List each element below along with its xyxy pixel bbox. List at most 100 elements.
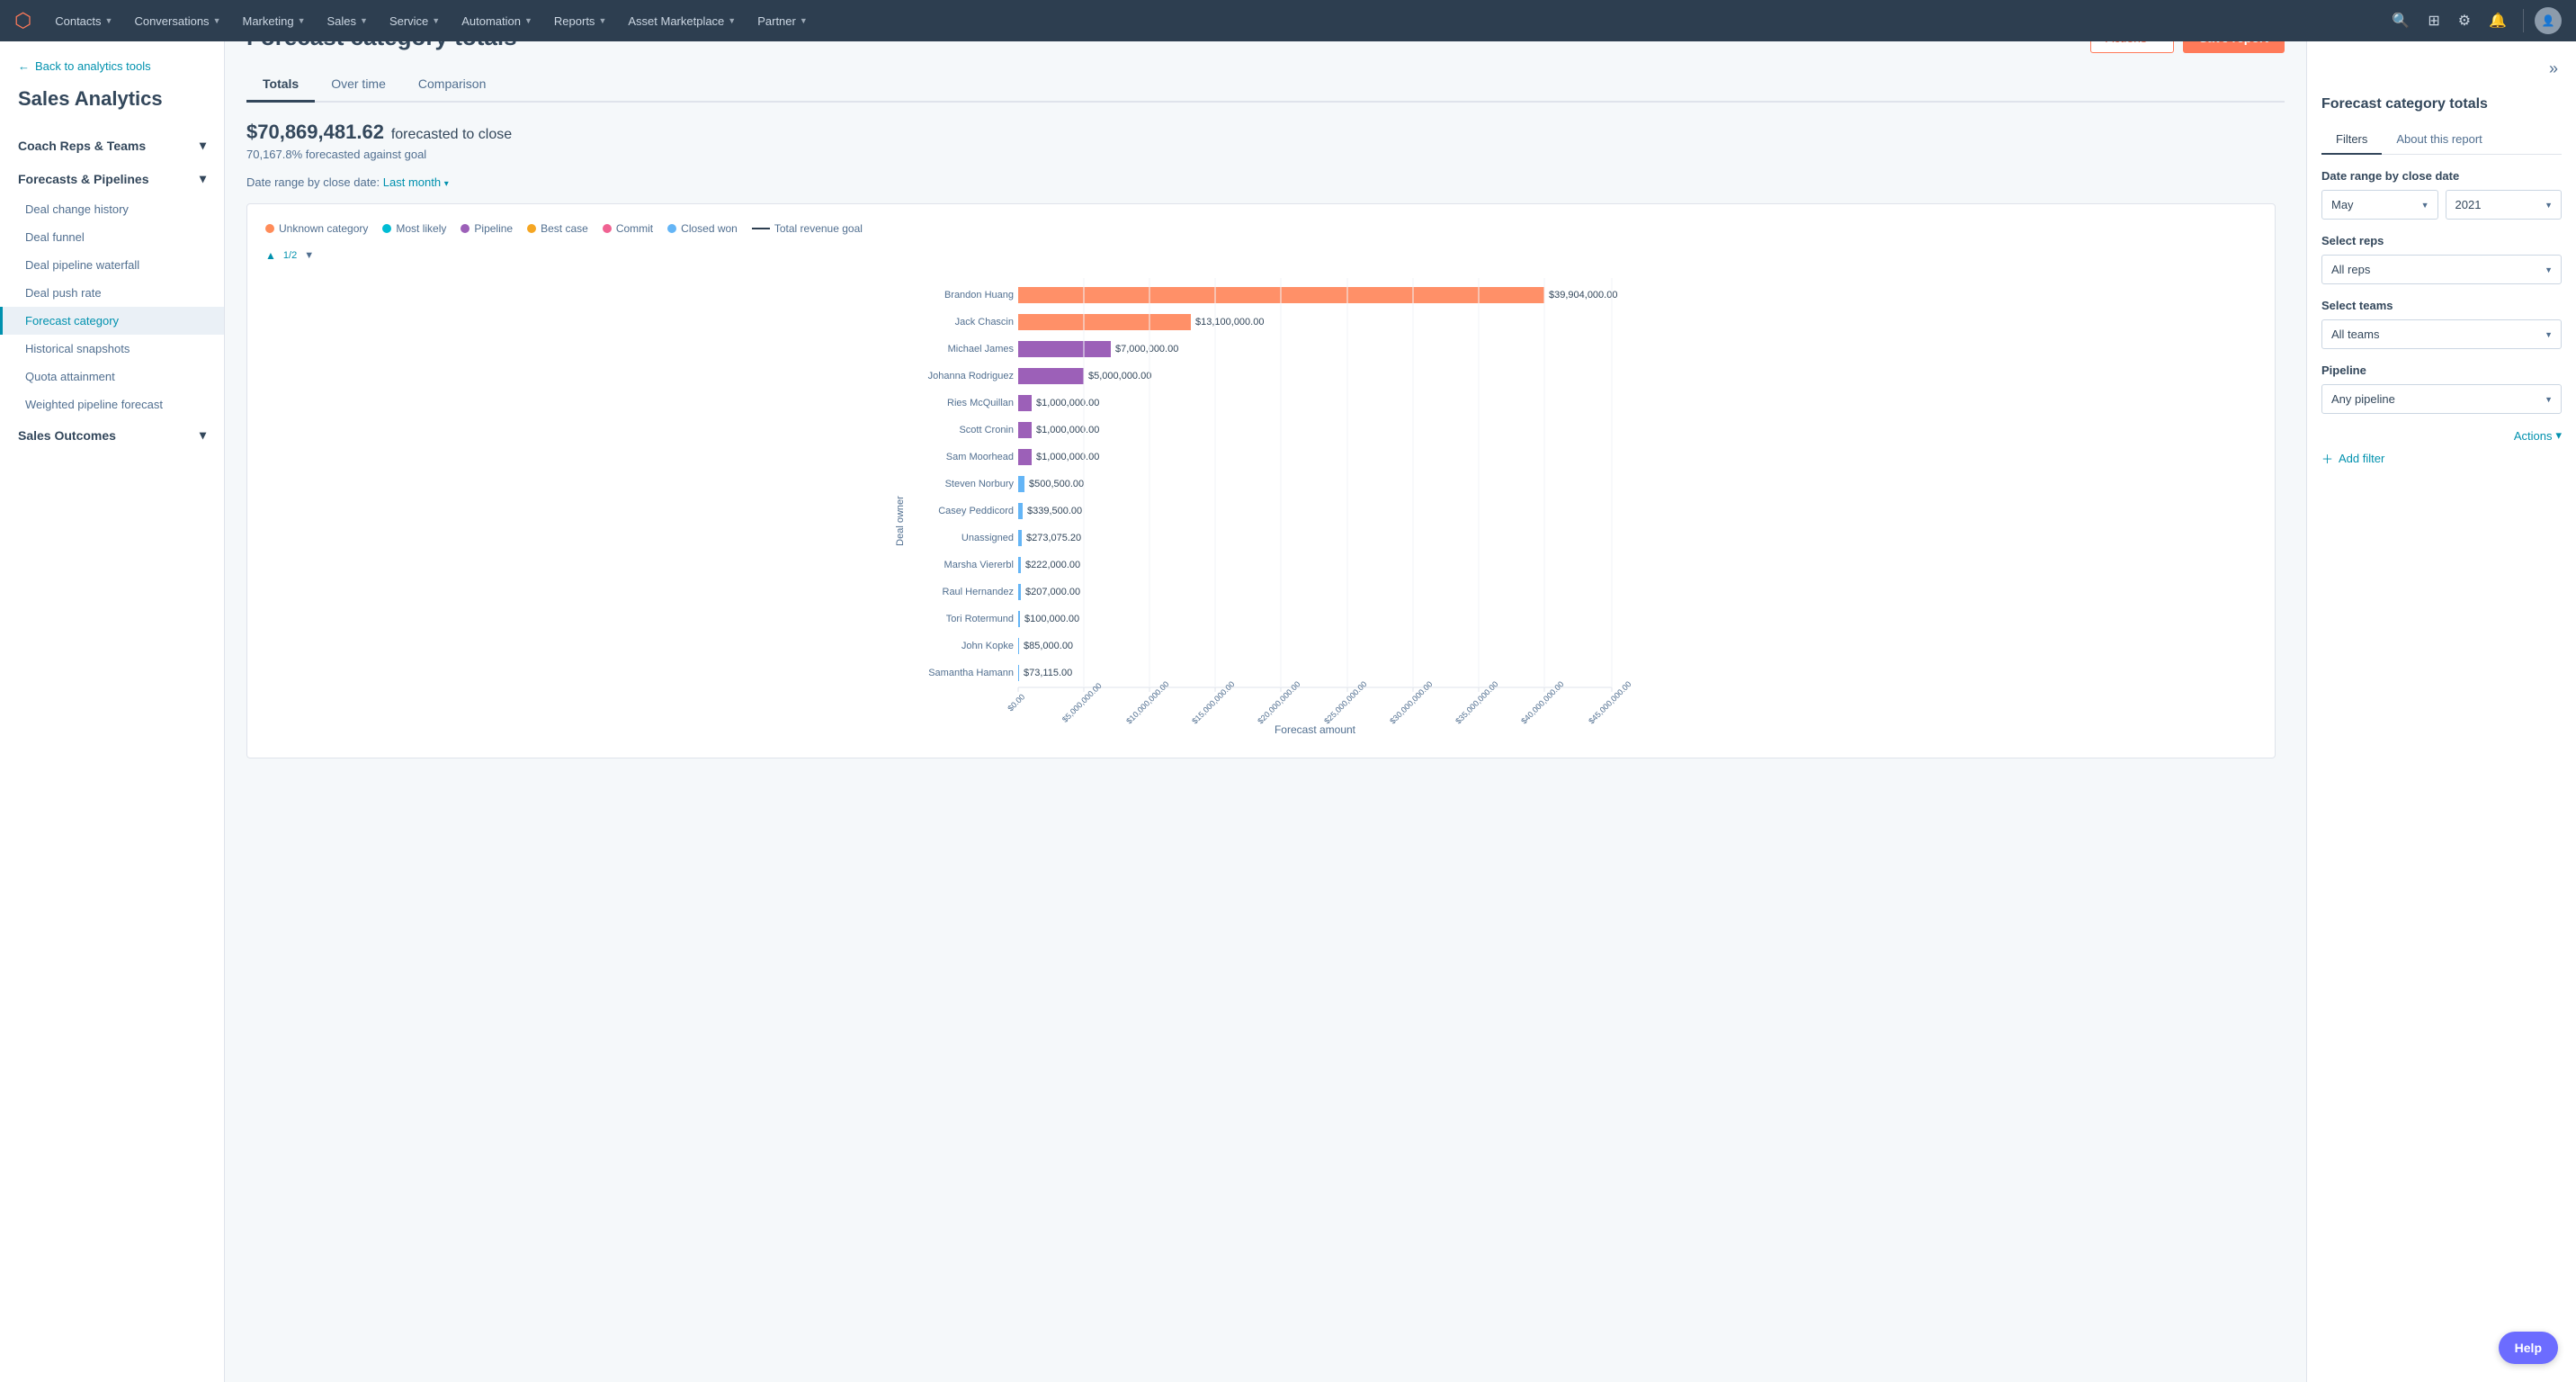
- sidebar-item-quota-attainment[interactable]: Quota attainment: [0, 363, 224, 390]
- sidebar-item-deal-push-rate[interactable]: Deal push rate: [0, 279, 224, 307]
- svg-text:$1,000,000.00: $1,000,000.00: [1036, 452, 1099, 462]
- pagination-next-btn[interactable]: ▼: [304, 250, 314, 261]
- search-icon[interactable]: 🔍: [2386, 6, 2415, 35]
- svg-text:$1,000,000.00: $1,000,000.00: [1036, 398, 1099, 408]
- svg-text:$10,000,000.00: $10,000,000.00: [1124, 679, 1170, 725]
- svg-text:$35,000,000.00: $35,000,000.00: [1453, 679, 1499, 725]
- reps-select[interactable]: All reps: [2321, 255, 2562, 284]
- sidebar-item-historical-snapshots[interactable]: Historical snapshots: [0, 335, 224, 363]
- notifications-icon[interactable]: 🔔: [2483, 6, 2512, 35]
- bar-sam-moorhead[interactable]: [1018, 449, 1032, 465]
- sidebar-item-forecast-category[interactable]: Forecast category: [0, 307, 224, 335]
- right-panel-collapse: »: [2321, 56, 2562, 82]
- right-panel-tab-about[interactable]: About this report: [2382, 125, 2496, 155]
- right-panel-title: Forecast category totals: [2321, 96, 2562, 112]
- month-select[interactable]: May June April: [2321, 190, 2438, 220]
- bar-michael-james[interactable]: [1018, 341, 1111, 357]
- svg-text:$20,000,000.00: $20,000,000.00: [1256, 679, 1301, 725]
- sidebar-section-forecasts-header[interactable]: Forecasts & Pipelines ▾: [0, 162, 224, 195]
- filter-teams: Select teams All teams: [2321, 299, 2562, 349]
- bar-scott-cronin[interactable]: [1018, 422, 1032, 438]
- date-range-link[interactable]: Last month: [383, 175, 441, 189]
- legend-closed-won: Closed won: [667, 222, 738, 235]
- bar-tori-rotermund[interactable]: [1018, 611, 1020, 627]
- svg-text:Brandon Huang: Brandon Huang: [944, 290, 1014, 301]
- bar-steven-norbury[interactable]: [1018, 476, 1024, 492]
- right-panel-tab-filters[interactable]: Filters: [2321, 125, 2382, 155]
- hubspot-logo[interactable]: ⬡: [14, 9, 31, 32]
- nav-asset-marketplace-chevron: ▼: [728, 16, 736, 25]
- tab-totals[interactable]: Totals: [246, 67, 315, 103]
- grid-icon[interactable]: ⊞: [2422, 6, 2445, 35]
- nav-conversations-chevron: ▼: [213, 16, 221, 25]
- date-range-selects: May June April 2021 2022 2020: [2321, 190, 2562, 220]
- svg-text:$100,000.00: $100,000.00: [1024, 614, 1079, 624]
- sidebar-section-sales-outcomes-header[interactable]: Sales Outcomes ▾: [0, 418, 224, 452]
- svg-text:$273,075.20: $273,075.20: [1026, 533, 1081, 543]
- filter-actions-chevron: ▾: [2555, 428, 2562, 443]
- bar-casey-peddicord[interactable]: [1018, 503, 1023, 519]
- report-tabs: Totals Over time Comparison: [246, 67, 2285, 103]
- sidebar-back-link[interactable]: ← Back to analytics tools: [0, 59, 224, 87]
- avatar[interactable]: 👤: [2535, 7, 2562, 34]
- tab-over-time[interactable]: Over time: [315, 67, 402, 103]
- right-panel: » Forecast category totals Filters About…: [2306, 41, 2576, 1382]
- svg-text:$7,000,000.00: $7,000,000.00: [1115, 344, 1178, 354]
- bar-marsha-viererbl[interactable]: [1018, 557, 1021, 573]
- tab-comparison[interactable]: Comparison: [402, 67, 502, 103]
- teams-select-wrapper: All teams: [2321, 319, 2562, 349]
- main-content: Forecast category totals Actions ▾ Save …: [225, 0, 2306, 1341]
- add-filter-button[interactable]: ＋ Add filter: [2321, 450, 2384, 467]
- forecasts-section-chevron: ▾: [200, 171, 206, 186]
- nav-partner[interactable]: Partner ▼: [748, 9, 817, 33]
- nav-conversations[interactable]: Conversations ▼: [125, 9, 229, 33]
- settings-icon[interactable]: ⚙: [2453, 6, 2476, 35]
- back-arrow-icon: ←: [18, 59, 30, 73]
- nav-asset-marketplace[interactable]: Asset Marketplace ▼: [619, 9, 745, 33]
- sidebar-item-deal-change-history[interactable]: Deal change history: [0, 195, 224, 223]
- nav-reports[interactable]: Reports ▼: [545, 9, 615, 33]
- coach-section-chevron: ▾: [200, 138, 206, 153]
- bar-john-kopke[interactable]: [1018, 638, 1019, 654]
- svg-text:Samantha Hamann: Samantha Hamann: [928, 668, 1014, 678]
- help-button[interactable]: Help: [2499, 1332, 2558, 1364]
- legend-total-revenue-goal: Total revenue goal: [752, 222, 863, 235]
- bar-johanna-rodriguez[interactable]: [1018, 368, 1084, 384]
- filter-actions-link[interactable]: Actions ▾: [2514, 428, 2562, 443]
- sidebar-item-deal-funnel[interactable]: Deal funnel: [0, 223, 224, 251]
- nav-service[interactable]: Service ▼: [380, 9, 449, 33]
- nav-divider: [2523, 9, 2524, 32]
- sidebar-item-deal-pipeline-waterfall[interactable]: Deal pipeline waterfall: [0, 251, 224, 279]
- bar-raul-hernandez[interactable]: [1018, 584, 1021, 600]
- sidebar: ← Back to analytics tools Sales Analytic…: [0, 41, 225, 1382]
- sidebar-item-weighted-pipeline-forecast[interactable]: Weighted pipeline forecast: [0, 390, 224, 418]
- legend-unknown-category: Unknown category: [265, 222, 368, 235]
- chart-legend: Unknown category Most likely Pipeline Be…: [265, 222, 2257, 235]
- nav-icon-group: 🔍 ⊞ ⚙ 🔔 👤: [2386, 6, 2562, 35]
- nav-marketing[interactable]: Marketing ▼: [233, 9, 314, 33]
- bar-samantha-hamann[interactable]: [1018, 665, 1019, 681]
- nav-automation[interactable]: Automation ▼: [452, 9, 541, 33]
- svg-text:John Kopke: John Kopke: [962, 641, 1014, 651]
- svg-text:$339,500.00: $339,500.00: [1027, 506, 1082, 516]
- collapse-panel-button[interactable]: »: [2545, 56, 2562, 82]
- nav-sales[interactable]: Sales ▼: [318, 9, 376, 33]
- bar-unassigned[interactable]: [1018, 530, 1022, 546]
- bar-ries-mcquillan[interactable]: [1018, 395, 1032, 411]
- date-range-row: Date range by close date: Last month ▾: [246, 175, 2285, 189]
- legend-dot-commit: [603, 224, 612, 233]
- teams-select[interactable]: All teams: [2321, 319, 2562, 349]
- pipeline-filter-label: Pipeline: [2321, 363, 2562, 377]
- svg-text:$39,904,000.00: $39,904,000.00: [1549, 290, 1617, 301]
- nav-reports-chevron: ▼: [598, 16, 606, 25]
- sidebar-section-coach-header[interactable]: Coach Reps & Teams ▾: [0, 129, 224, 162]
- sidebar-section-forecasts: Forecasts & Pipelines ▾ Deal change hist…: [0, 162, 224, 418]
- nav-contacts[interactable]: Contacts ▼: [46, 9, 121, 33]
- pagination-prev-btn[interactable]: 1/2: [283, 250, 297, 261]
- pipeline-select[interactable]: Any pipeline: [2321, 384, 2562, 414]
- svg-text:$13,100,000.00: $13,100,000.00: [1195, 317, 1264, 328]
- bar-jack-chascin[interactable]: [1018, 314, 1191, 330]
- year-select[interactable]: 2021 2022 2020: [2446, 190, 2563, 220]
- nav-sales-chevron: ▼: [360, 16, 368, 25]
- date-range-dropdown-icon[interactable]: ▾: [444, 179, 449, 189]
